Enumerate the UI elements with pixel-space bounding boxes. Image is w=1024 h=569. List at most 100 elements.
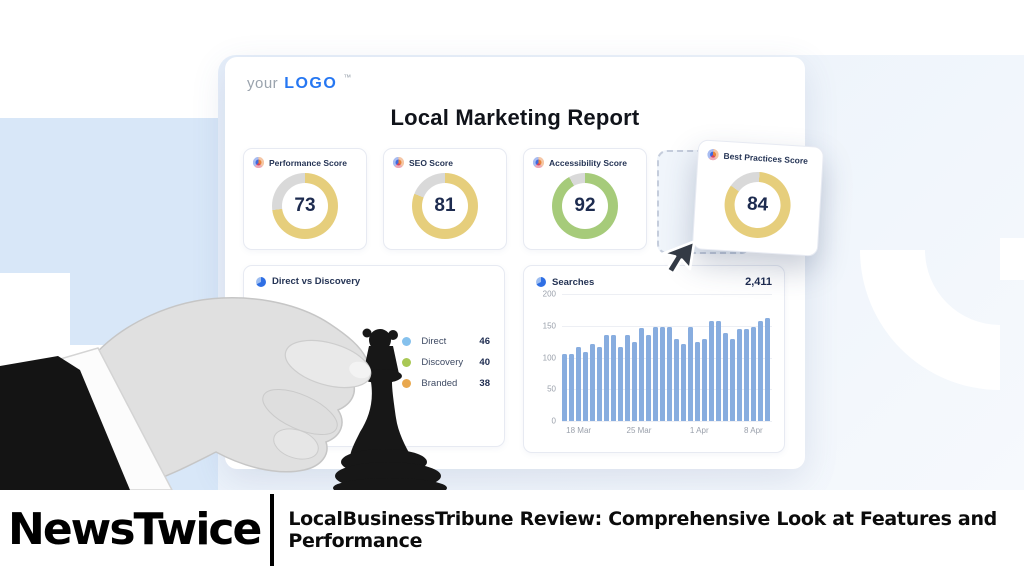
pie-chart-icon xyxy=(256,277,266,287)
score-gauge-hole: 84 xyxy=(733,181,782,230)
bar xyxy=(618,347,623,421)
score-card-performance: Performance Score 73 xyxy=(243,148,367,250)
bar xyxy=(702,339,707,422)
cursor-arrow-icon xyxy=(658,236,702,280)
score-card-seo: SEO Score 81 xyxy=(383,148,507,250)
report-card: your LOGO ™ Local Marketing Report Perfo… xyxy=(225,57,805,469)
site-brand: NewsTwice xyxy=(0,508,270,552)
score-gauge: 73 xyxy=(272,173,338,239)
bar xyxy=(758,321,763,421)
page-background: your LOGO ™ Local Marketing Report Perfo… xyxy=(0,0,1024,569)
score-gauge: 92 xyxy=(552,173,618,239)
bar xyxy=(681,344,686,422)
x-tick-label: 18 Mar xyxy=(566,426,591,435)
score-card-label: Best Practices Score xyxy=(723,150,808,165)
y-axis: 200150100500 xyxy=(530,294,556,421)
bar xyxy=(751,327,756,421)
x-axis: 18 Mar 25 Mar 1 Apr 8 Apr xyxy=(562,426,770,438)
bar-chart-icon xyxy=(536,277,546,287)
legend-value: 38 xyxy=(479,378,490,389)
score-value: 92 xyxy=(574,195,595,217)
bar xyxy=(604,335,609,421)
searches-total: 2,411 xyxy=(745,276,772,288)
legend-dot xyxy=(402,379,411,388)
y-tick-label: 50 xyxy=(547,385,556,394)
lighthouse-icon xyxy=(393,157,404,168)
banner-divider xyxy=(270,494,274,566)
bg-block-left-mid xyxy=(70,118,220,345)
score-card-label: Accessibility Score xyxy=(549,158,627,168)
bar xyxy=(583,352,588,421)
score-card-accessibility: Accessibility Score 92 xyxy=(523,148,647,250)
lighthouse-icon xyxy=(533,157,544,168)
bar xyxy=(709,321,714,421)
bar xyxy=(646,335,651,421)
score-gauge: 84 xyxy=(723,170,793,240)
bar xyxy=(688,327,693,421)
bar xyxy=(765,318,770,421)
report-title: Local Marketing Report xyxy=(225,105,805,131)
legend: Direct46Discovery40Branded38 xyxy=(402,336,490,389)
score-gauge-hole: 92 xyxy=(562,183,608,229)
x-tick-label: 8 Apr xyxy=(744,426,763,435)
bar xyxy=(562,354,567,421)
y-tick-label: 150 xyxy=(543,321,556,330)
trademark-symbol: ™ xyxy=(343,73,351,82)
score-value: 81 xyxy=(434,195,455,217)
score-card-best-practices[interactable]: Best Practices Score 84 xyxy=(692,139,824,256)
bar xyxy=(569,354,574,421)
bar xyxy=(611,335,616,421)
bar xyxy=(723,333,728,421)
legend-value: 40 xyxy=(479,357,490,368)
score-value: 84 xyxy=(746,193,768,216)
bg-block-left-bottom xyxy=(137,418,218,490)
y-tick-label: 0 xyxy=(552,417,556,426)
searches-panel: Searches 2,411 200 150 100 50 0 18 Mar 25 Mar… xyxy=(523,265,785,453)
bar xyxy=(625,335,630,421)
y-tick-label: 100 xyxy=(543,353,556,362)
panel-title: Searches xyxy=(552,277,594,288)
bar xyxy=(744,329,749,421)
bar xyxy=(639,328,644,421)
bar xyxy=(716,321,721,421)
legend-row: Discovery40 xyxy=(402,357,490,368)
bar xyxy=(590,344,595,422)
score-card-label: SEO Score xyxy=(409,158,453,168)
legend-label: Branded xyxy=(421,378,479,389)
y-tick-label: 200 xyxy=(543,290,556,299)
article-headline: LocalBusinessTribune Review: Comprehensi… xyxy=(288,508,1024,552)
x-tick-label: 1 Apr xyxy=(690,426,709,435)
legend-row: Direct46 xyxy=(402,336,490,347)
legend-label: Discovery xyxy=(421,357,479,368)
legend-dot xyxy=(402,337,411,346)
bar xyxy=(737,329,742,421)
bar xyxy=(674,339,679,422)
lighthouse-icon xyxy=(253,157,264,168)
bar-plot xyxy=(562,294,770,421)
score-card-label: Performance Score xyxy=(269,158,347,168)
x-tick-label: 25 Mar xyxy=(627,426,652,435)
legend-label: Direct xyxy=(421,336,479,347)
bar xyxy=(597,347,602,421)
legend-value: 46 xyxy=(479,336,490,347)
score-gauge-hole: 73 xyxy=(282,183,328,229)
logo: your LOGO ™ xyxy=(247,75,351,93)
score-gauge: 81 xyxy=(412,173,478,239)
logo-prefix: your xyxy=(247,75,278,92)
legend-dot xyxy=(402,358,411,367)
lighthouse-icon xyxy=(707,149,719,161)
bar xyxy=(695,342,700,421)
score-value: 73 xyxy=(294,195,315,217)
bar xyxy=(660,327,665,421)
bar xyxy=(730,339,735,422)
score-gauge-hole: 81 xyxy=(422,183,468,229)
gridline xyxy=(562,421,772,422)
legend-row: Branded38 xyxy=(402,378,490,389)
bar xyxy=(653,327,658,421)
panel-title: Direct vs Discovery xyxy=(272,276,360,287)
bar xyxy=(576,347,581,421)
direct-vs-discovery-panel: Direct vs Discovery Direct46Discovery40B… xyxy=(243,265,505,447)
bar xyxy=(667,327,672,421)
logo-text: LOGO xyxy=(284,75,337,93)
bar xyxy=(632,342,637,421)
